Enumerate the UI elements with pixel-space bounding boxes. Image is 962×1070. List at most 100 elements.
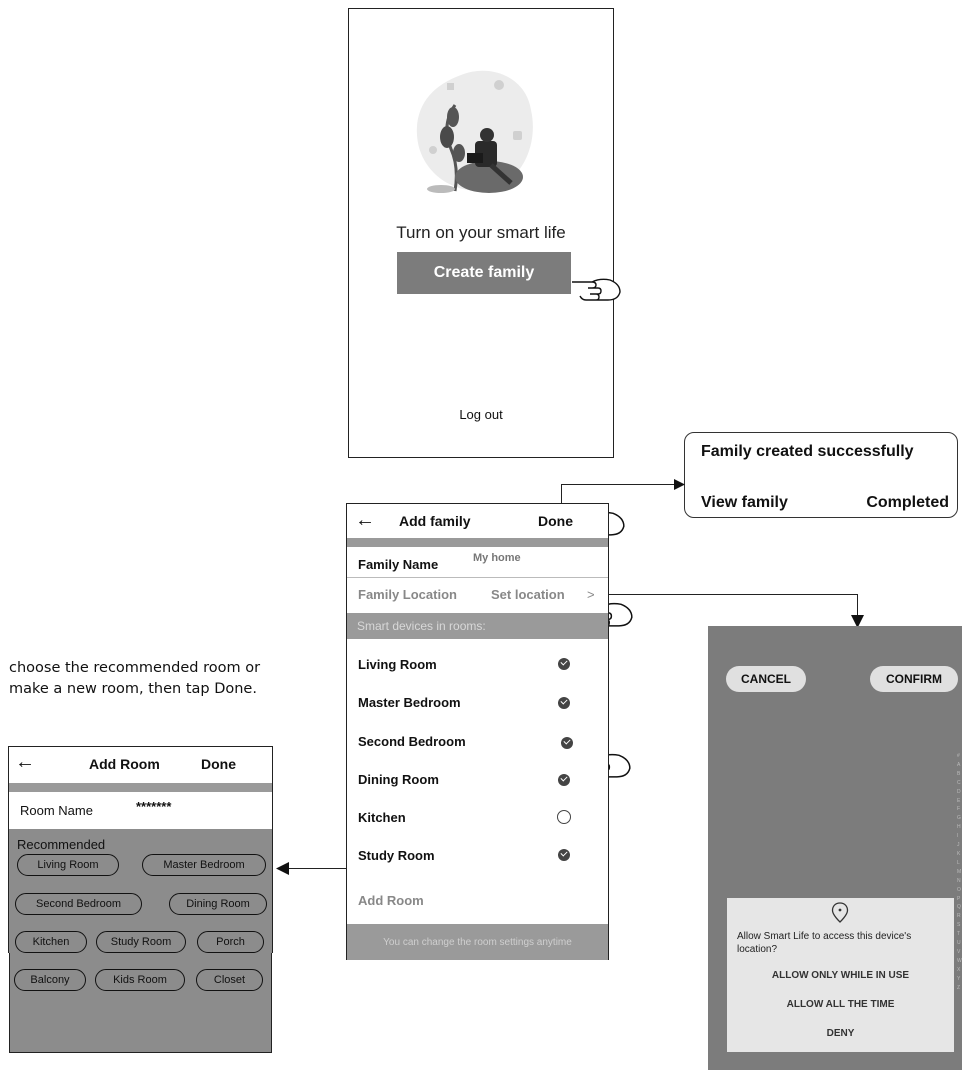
- set-location-button[interactable]: Set location: [491, 587, 565, 602]
- alphabet-letter[interactable]: R: [957, 912, 962, 921]
- divider-bar: [9, 783, 272, 792]
- checked-circle-icon[interactable]: [561, 737, 573, 749]
- room-chip[interactable]: Kitchen: [15, 931, 87, 953]
- location-pin-icon: [831, 902, 849, 923]
- view-family-button[interactable]: View family: [701, 494, 788, 512]
- footer-bar: You can change the room settings anytime: [347, 924, 608, 960]
- tagline-text: Turn on your smart life: [396, 223, 566, 242]
- family-location-label: Family Location: [358, 587, 457, 602]
- allow-all-time-button[interactable]: ALLOW ALL THE TIME: [727, 999, 954, 1010]
- room-label[interactable]: Living Room: [358, 657, 437, 672]
- room-chip[interactable]: Living Room: [17, 854, 119, 876]
- alphabet-letter[interactable]: X: [957, 966, 962, 975]
- alphabet-letter[interactable]: S: [957, 921, 962, 930]
- popup-title: Family created successfully: [701, 443, 914, 460]
- arrowhead-left-icon: [276, 862, 289, 875]
- welcome-screen: Turn on your smart life Create family Lo…: [348, 8, 614, 458]
- checked-circle-icon[interactable]: [558, 849, 570, 861]
- add-family-screen: ← Add family Done Family Name My home Fa…: [346, 503, 609, 960]
- room-chip[interactable]: Study Room: [96, 931, 186, 953]
- room-chip[interactable]: Kids Room: [95, 969, 185, 991]
- alphabet-letter[interactable]: G: [957, 814, 962, 823]
- done-button[interactable]: Done: [201, 756, 236, 772]
- room-chip[interactable]: Dining Room: [169, 893, 267, 915]
- smart-life-illustration: [416, 70, 533, 193]
- section-label: Smart devices in rooms:: [357, 619, 486, 633]
- chevron-right-icon[interactable]: >: [587, 587, 595, 602]
- connector-line: [857, 594, 858, 616]
- alphabet-letter[interactable]: W: [957, 957, 962, 966]
- done-button[interactable]: Done: [538, 513, 573, 529]
- checked-circle-icon[interactable]: [558, 697, 570, 709]
- alphabet-letter[interactable]: P: [957, 895, 962, 904]
- room-label[interactable]: Kitchen: [358, 810, 406, 825]
- unchecked-circle-icon[interactable]: [557, 810, 571, 824]
- room-chip[interactable]: Balcony: [14, 969, 86, 991]
- create-family-button[interactable]: Create family: [397, 252, 571, 294]
- alphabet-letter[interactable]: D: [957, 788, 962, 797]
- connector-line: [561, 484, 675, 485]
- logout-link[interactable]: Log out: [349, 407, 613, 422]
- room-name-input[interactable]: *******: [136, 799, 171, 814]
- room-label[interactable]: Master Bedroom: [358, 695, 461, 710]
- alphabet-letter[interactable]: E: [957, 797, 962, 806]
- alphabet-letter[interactable]: V: [957, 948, 962, 957]
- location-permission-dialog: Allow Smart Life to access this device's…: [727, 898, 954, 1052]
- alphabet-letter[interactable]: J: [957, 841, 962, 850]
- checked-circle-icon[interactable]: [558, 774, 570, 786]
- family-name-label: Family Name: [358, 557, 439, 572]
- divider-bar: [347, 538, 608, 547]
- alphabet-letter[interactable]: B: [957, 770, 962, 779]
- alphabet-letter[interactable]: H: [957, 823, 962, 832]
- family-name-input[interactable]: My home: [473, 552, 521, 564]
- deny-button[interactable]: DENY: [727, 1028, 954, 1039]
- connector-line: [598, 594, 857, 595]
- checked-circle-icon[interactable]: [558, 658, 570, 670]
- alphabet-letter[interactable]: #: [957, 752, 962, 761]
- alphabet-letter[interactable]: N: [957, 877, 962, 886]
- alphabet-letter[interactable]: U: [957, 939, 962, 948]
- alphabet-index[interactable]: # A B C D E F G H I J K L M N O P Q R S T U V W X Y Z: [957, 752, 962, 992]
- alphabet-letter[interactable]: T: [957, 930, 962, 939]
- alphabet-letter[interactable]: Y: [957, 975, 962, 984]
- alphabet-letter[interactable]: O: [957, 886, 962, 895]
- room-chip[interactable]: Master Bedroom: [142, 854, 266, 876]
- recommended-label: Recommended: [17, 837, 106, 852]
- completed-button[interactable]: Completed: [866, 494, 949, 512]
- alphabet-letter[interactable]: K: [957, 850, 962, 859]
- location-picker-screen: CANCEL CONFIRM # A B C D E F G H I J K L M N O P Q R S T U V W X…: [708, 626, 962, 1070]
- divider: [347, 577, 608, 578]
- back-arrow-icon[interactable]: ←: [355, 509, 375, 532]
- alphabet-letter[interactable]: Z: [957, 984, 962, 993]
- instruction-text: choose the recommended room or make a ne…: [9, 660, 261, 697]
- room-chip[interactable]: Porch: [197, 931, 264, 953]
- family-created-popup: Family created successfully View family …: [684, 432, 958, 518]
- cancel-button[interactable]: CANCEL: [726, 666, 806, 692]
- rooms-section-header: Smart devices in rooms:: [347, 613, 608, 639]
- page-title: Add Room: [89, 756, 160, 772]
- add-room-button[interactable]: Add Room: [358, 893, 424, 908]
- page-title: Add family: [399, 513, 471, 529]
- permission-question: Allow Smart Life to access this device's…: [737, 931, 912, 955]
- room-label[interactable]: Study Room: [358, 848, 435, 863]
- allow-while-in-use-button[interactable]: ALLOW ONLY WHILE IN USE: [727, 970, 954, 981]
- room-name-label: Room Name: [20, 803, 93, 818]
- room-chip[interactable]: Second Bedroom: [15, 893, 142, 915]
- arrowhead-right-icon: [674, 479, 685, 490]
- room-label[interactable]: Second Bedroom: [358, 734, 466, 749]
- recommended-panel-extension: [9, 953, 272, 1053]
- room-chip[interactable]: Closet: [196, 969, 263, 991]
- alphabet-letter[interactable]: I: [957, 832, 962, 841]
- alphabet-letter[interactable]: F: [957, 805, 962, 814]
- alphabet-letter[interactable]: Q: [957, 903, 962, 912]
- alphabet-letter[interactable]: C: [957, 779, 962, 788]
- hand-pointer-icon: [572, 278, 621, 301]
- footer-note: You can change the room settings anytime: [383, 937, 572, 948]
- back-arrow-icon[interactable]: ←: [15, 751, 35, 774]
- alphabet-letter[interactable]: M: [957, 868, 962, 877]
- room-label[interactable]: Dining Room: [358, 772, 439, 787]
- alphabet-letter[interactable]: A: [957, 761, 962, 770]
- alphabet-letter[interactable]: L: [957, 859, 962, 868]
- add-room-screen: ← Add Room Done Room Name ******* Recomm…: [8, 746, 273, 954]
- confirm-button[interactable]: CONFIRM: [870, 666, 958, 692]
